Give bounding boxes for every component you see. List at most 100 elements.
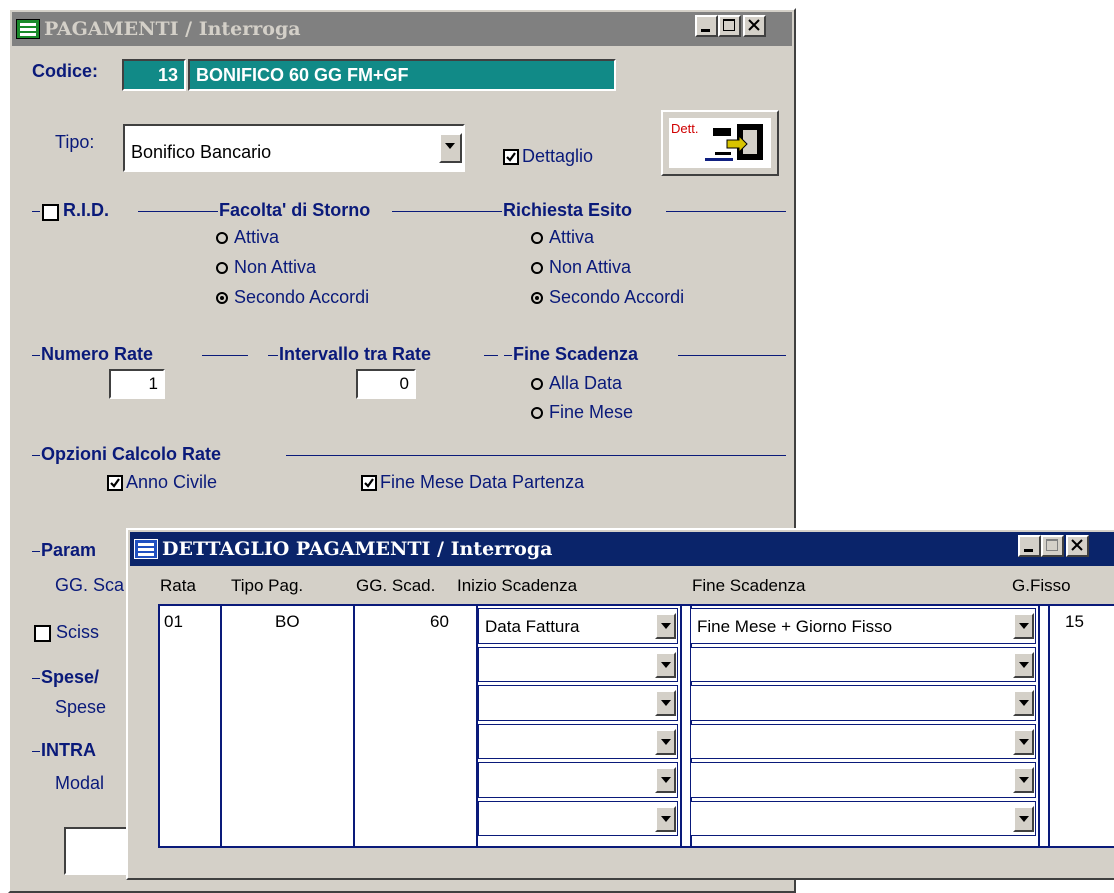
dettaglio-window: DETTAGLIO PAGAMENTI / Interroga Rata Tip… bbox=[126, 528, 1114, 880]
fine-scadenza-select[interactable] bbox=[690, 800, 1036, 836]
dettaglio-checkbox[interactable] bbox=[503, 149, 519, 165]
tipo-dropdown-button[interactable] bbox=[439, 133, 462, 163]
codice-desc: BONIFICO 60 GG FM+GF bbox=[196, 65, 409, 85]
param-divider-left bbox=[32, 551, 40, 552]
intervallo-value: 0 bbox=[399, 374, 409, 393]
fine-scadenza-dropdown-button[interactable] bbox=[1013, 613, 1034, 639]
intervallo-label: Intervallo tra Rate bbox=[279, 344, 432, 364]
inizio-scadenza-dropdown-button[interactable] bbox=[655, 651, 676, 678]
inizio-scadenza-dropdown-button[interactable] bbox=[655, 728, 676, 755]
cell-g-fisso: 15 bbox=[1065, 612, 1084, 631]
window-title: PAGAMENTI / Interroga bbox=[44, 18, 301, 40]
opzioni-divider bbox=[286, 455, 786, 456]
inizio-scadenza-select[interactable] bbox=[478, 685, 678, 721]
detail-maximize-button[interactable] bbox=[1041, 535, 1064, 557]
esito-attiva-label: Attiva bbox=[549, 227, 595, 247]
anno-civile-checkbox[interactable] bbox=[107, 475, 123, 491]
detail-minimize-button[interactable] bbox=[1018, 535, 1041, 557]
inizio-scadenza-select[interactable] bbox=[478, 723, 678, 759]
fine-scadenza-dropdown-button[interactable] bbox=[1013, 805, 1034, 832]
inizio-scadenza-select[interactable] bbox=[478, 646, 678, 682]
fine-mese-partenza-label: Fine Mese Data Partenza bbox=[380, 472, 585, 492]
inizio-scadenza-dropdown-button[interactable] bbox=[655, 767, 676, 793]
dettaglio-label: Dettaglio bbox=[522, 146, 594, 166]
codice-value-field[interactable]: 13 bbox=[122, 59, 186, 91]
rid-label: R.I.D. bbox=[63, 200, 110, 220]
numero-rate-label: Numero Rate bbox=[41, 344, 154, 364]
storno-non-attiva-label: Non Attiva bbox=[234, 257, 317, 277]
codice-value: 13 bbox=[157, 65, 178, 85]
storno-attiva-radio[interactable] bbox=[216, 232, 228, 244]
intervallo-input[interactable]: 0 bbox=[356, 369, 416, 399]
fine-scadenza-select-value: Fine Mese + Giorno Fisso bbox=[697, 617, 893, 636]
inizio-scadenza-select[interactable] bbox=[478, 762, 678, 798]
fine-scadenza-select[interactable] bbox=[690, 762, 1036, 798]
storno-secondo-accordi-radio[interactable] bbox=[216, 292, 228, 304]
numero-rate-input[interactable]: 1 bbox=[109, 369, 165, 399]
detail-close-button[interactable] bbox=[1066, 535, 1089, 557]
inizio-scadenza-dropdown-button[interactable] bbox=[655, 613, 676, 639]
fine-scadenza-select[interactable] bbox=[690, 685, 1036, 721]
tipo-select[interactable]: Bonifico Bancario bbox=[123, 124, 465, 172]
facolta-storno-title: Facolta' di Storno bbox=[219, 200, 371, 220]
modal-label: Modal bbox=[55, 773, 105, 793]
rid-divider bbox=[138, 211, 218, 212]
tipo-label: Tipo: bbox=[55, 132, 95, 152]
alla-data-label: Alla Data bbox=[549, 373, 623, 393]
dettaglio-titlebar[interactable]: DETTAGLIO PAGAMENTI / Interroga bbox=[130, 532, 1114, 566]
numero-rate-divider-left bbox=[32, 355, 40, 356]
fine-mese-radio[interactable] bbox=[531, 407, 543, 419]
inizio-scadenza-dropdown-button[interactable] bbox=[655, 690, 676, 716]
fine-scadenza-dropdown-button[interactable] bbox=[1013, 690, 1034, 716]
esito-attiva-radio[interactable] bbox=[531, 232, 543, 244]
col-gg-scad: GG. Scad. bbox=[356, 576, 436, 595]
fine-mese-partenza-checkbox[interactable] bbox=[361, 475, 377, 491]
storno-attiva-label: Attiva bbox=[234, 227, 280, 247]
inizio-scadenza-dropdown-button[interactable] bbox=[655, 805, 676, 832]
pagamenti-titlebar[interactable]: PAGAMENTI / Interroga bbox=[12, 12, 792, 46]
dett-button[interactable]: Dett. bbox=[661, 110, 779, 176]
alla-data-radio[interactable] bbox=[531, 378, 543, 390]
fine-scadenza-select[interactable]: Fine Mese + Giorno Fisso bbox=[690, 608, 1036, 644]
col-fine-scadenza: Fine Scadenza bbox=[692, 576, 806, 595]
richiesta-esito-title: Richiesta Esito bbox=[503, 200, 633, 220]
minimize-button[interactable] bbox=[695, 15, 718, 37]
fine-scadenza-divider-left bbox=[504, 355, 512, 356]
spese-label: Spese bbox=[55, 697, 107, 717]
esito-secondo-accordi-radio[interactable] bbox=[531, 292, 543, 304]
sciss-label: Sciss bbox=[56, 622, 100, 642]
facolta-divider bbox=[392, 211, 502, 212]
rid-divider-left bbox=[32, 211, 40, 212]
storno-secondo-accordi-label: Secondo Accordi bbox=[234, 287, 370, 307]
intervallo-divider-left bbox=[268, 355, 278, 356]
col-tipo-pag: Tipo Pag. bbox=[231, 576, 304, 595]
esito-non-attiva-label: Non Attiva bbox=[549, 257, 632, 277]
numero-rate-divider bbox=[202, 355, 248, 356]
inizio-scadenza-select[interactable] bbox=[478, 800, 678, 836]
col-g-fisso: G.Fisso bbox=[1012, 576, 1071, 595]
storno-non-attiva-radio[interactable] bbox=[216, 262, 228, 274]
esito-non-attiva-radio[interactable] bbox=[531, 262, 543, 274]
cell-tipo-pag: BO bbox=[275, 612, 300, 631]
maximize-button[interactable] bbox=[718, 15, 741, 37]
fine-scadenza-dropdown-button[interactable] bbox=[1013, 651, 1034, 678]
codice-desc-field[interactable]: BONIFICO 60 GG FM+GF bbox=[188, 59, 616, 91]
param-label: Param bbox=[41, 540, 97, 560]
inizio-scadenza-select[interactable]: Data Fattura bbox=[478, 608, 678, 644]
spese-section-label: Spese/ bbox=[41, 667, 100, 687]
cell-gg-scad: 60 bbox=[430, 612, 449, 631]
fine-scadenza-select[interactable] bbox=[690, 646, 1036, 682]
close-button[interactable] bbox=[743, 15, 766, 37]
fine-scadenza-dropdown-button[interactable] bbox=[1013, 728, 1034, 755]
opzioni-divider-left bbox=[32, 455, 40, 456]
fine-scadenza-select[interactable] bbox=[690, 723, 1036, 759]
fine-scadenza-title: Fine Scadenza bbox=[513, 344, 639, 364]
codice-label: Codice: bbox=[32, 61, 99, 81]
richiesta-divider bbox=[666, 211, 786, 212]
spese-divider-left bbox=[32, 678, 40, 679]
sciss-checkbox[interactable] bbox=[34, 625, 51, 642]
col-inizio-scadenza: Inizio Scadenza bbox=[457, 576, 578, 595]
rid-checkbox[interactable] bbox=[42, 204, 59, 221]
fine-scadenza-dropdown-button[interactable] bbox=[1013, 767, 1034, 793]
tipo-value: Bonifico Bancario bbox=[131, 142, 272, 162]
